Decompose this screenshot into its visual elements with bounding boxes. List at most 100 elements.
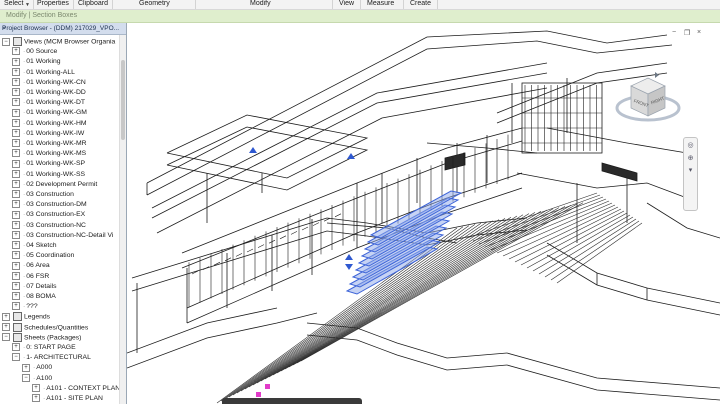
expand-icon[interactable]: + — [12, 231, 20, 239]
expand-icon[interactable]: + — [12, 220, 20, 229]
tree-item[interactable]: − ·A100 — [22, 373, 52, 384]
expand-icon[interactable]: + — [2, 312, 10, 321]
expand-icon[interactable]: + — [12, 159, 20, 168]
tree-item[interactable]: + ·03 Construction — [12, 190, 74, 200]
expand-icon[interactable]: + — [12, 57, 20, 66]
expand-icon[interactable]: + — [12, 108, 20, 117]
tree-connector: · — [23, 160, 26, 168]
tree-item[interactable]: + ·08 BOMA — [12, 292, 56, 302]
ribbon-panel-properties[interactable]: Properties — [37, 0, 69, 8]
expand-icon[interactable]: + — [32, 384, 40, 392]
tree-item[interactable]: + ·01 Working — [12, 57, 61, 67]
tree-item[interactable]: + ·A101 - CONTEXT PLAN — [32, 384, 120, 394]
expand-icon[interactable]: + — [12, 98, 20, 107]
dropdown-arrow-icon[interactable]: ▼ — [25, 2, 30, 8]
tree-item[interactable]: + ·06 Area — [12, 261, 50, 271]
tree-item[interactable]: + Schedules/Quantities — [2, 322, 88, 333]
collapse-icon[interactable]: − — [2, 37, 10, 46]
expand-icon[interactable]: + — [12, 129, 20, 137]
expand-icon[interactable]: + — [12, 292, 20, 301]
expand-icon[interactable]: + — [12, 271, 20, 280]
collapse-icon[interactable]: − — [12, 353, 20, 362]
tree-item[interactable]: + ·01 Working-WK-MS — [12, 149, 86, 159]
expand-icon[interactable]: + — [2, 323, 10, 332]
tree-item[interactable]: + ·03 Construction-EX — [12, 210, 85, 220]
tree-item[interactable]: + ·A101 - SITE PLAN — [32, 394, 103, 404]
expand-icon[interactable]: + — [22, 363, 30, 372]
expand-icon[interactable]: + — [12, 210, 20, 219]
viewcube[interactable]: FRONT RIGHT — [615, 68, 681, 134]
expand-icon[interactable]: + — [12, 251, 20, 260]
tree-item[interactable]: + ·01 Working-WK-HM — [12, 118, 87, 129]
tree-item[interactable]: + ·A000 — [22, 363, 52, 373]
zoom-icon[interactable]: ⊕ — [686, 154, 695, 163]
ribbon-panel-measure[interactable]: Measure — [367, 0, 394, 8]
project-browser-scrollbar[interactable] — [119, 35, 126, 404]
tree-item[interactable]: + ·??? — [12, 302, 38, 312]
view-control-bar[interactable] — [222, 398, 362, 404]
expand-icon[interactable]: + — [12, 200, 20, 209]
restore-icon[interactable]: ❐ — [684, 29, 690, 37]
scrollbar-thumb[interactable] — [121, 60, 125, 140]
tree-item[interactable]: + ·01 Working-WK-CN — [12, 78, 86, 88]
tree-item[interactable]: + ·03 Construction-NC-Detail Vi — [12, 231, 113, 241]
expand-icon[interactable]: + — [12, 67, 20, 76]
expand-icon[interactable]: + — [12, 261, 20, 270]
tree-connector: · — [23, 231, 26, 239]
ribbon-panel-clipboard[interactable]: Clipboard — [78, 0, 108, 8]
expand-icon[interactable]: + — [12, 47, 20, 56]
tree-item[interactable]: + ·01 Working-WK-IW — [12, 129, 84, 139]
expand-icon[interactable]: + — [12, 190, 20, 199]
tree-item[interactable]: + ·06 FSR — [12, 271, 49, 282]
tree-item-label: 03 Construction-NC-Detail Vi — [26, 231, 114, 239]
ribbon-panel-modify[interactable]: Modify — [250, 0, 271, 8]
tree-connector: · — [23, 58, 26, 66]
expand-icon[interactable]: + — [12, 169, 20, 178]
tree-item[interactable]: + ·07 Details — [12, 282, 57, 292]
tree-item[interactable]: − Views (MCM Browser Organia — [2, 37, 115, 47]
expand-icon[interactable]: + — [32, 394, 40, 403]
steering-wheel-icon[interactable]: ◎ — [686, 141, 695, 150]
tree-item[interactable]: + ·0: START PAGE — [12, 343, 76, 353]
tree-item[interactable]: + ·03 Construction-NC — [12, 220, 86, 231]
collapse-icon[interactable]: − — [22, 373, 30, 382]
tree-item[interactable]: + ·01 Working-WK-MR — [12, 139, 87, 149]
close-view-icon[interactable]: × — [697, 29, 701, 36]
expand-icon[interactable]: + — [12, 180, 20, 188]
ribbon-panel-geometry[interactable]: Geometry — [139, 0, 170, 8]
expand-icon[interactable]: + — [12, 139, 20, 148]
tree-item[interactable]: + ·01 Working-WK-DT — [12, 98, 85, 108]
tree-item[interactable]: + ·02 Development Permit — [12, 180, 97, 190]
ribbon-panel-select[interactable]: Select — [4, 0, 23, 8]
expand-icon[interactable]: + — [12, 78, 20, 86]
expand-icon[interactable]: + — [12, 88, 20, 97]
minimize-icon[interactable]: − — [672, 29, 676, 36]
tree-item[interactable]: + ·00 Source — [12, 47, 57, 57]
expand-icon[interactable]: + — [12, 302, 20, 311]
expand-icon[interactable]: + — [12, 343, 20, 352]
tree-item[interactable]: − ·1- ARCHITECTURAL — [12, 353, 91, 363]
tree-item[interactable]: + ·01 Working-WK-DD — [12, 88, 86, 98]
expand-icon[interactable]: + — [12, 282, 20, 290]
tree-item[interactable]: − Sheets (Packages) — [2, 332, 81, 343]
zoom-dropdown-icon[interactable]: ▾ — [686, 166, 695, 175]
collapse-icon[interactable]: − — [2, 333, 10, 342]
tree-item[interactable]: + ·01 Working-ALL — [12, 67, 75, 78]
tree-item[interactable]: + ·01 Working-WK-GM — [12, 108, 87, 118]
expand-icon[interactable]: + — [12, 149, 20, 158]
tree-item[interactable]: + ·01 Working-WK-SP — [12, 159, 85, 169]
tree-item[interactable]: + ·03 Construction-DM — [12, 200, 87, 210]
tree-item[interactable]: + ·05 Coordination — [12, 251, 74, 261]
ribbon-panel-create[interactable]: Create — [410, 0, 431, 8]
tree-item-label: A000 — [36, 364, 53, 372]
close-icon[interactable]: × — [2, 24, 123, 33]
3d-viewport[interactable]: FRONT RIGHT − ❐ × — [127, 23, 720, 404]
tree-item[interactable]: + Legends — [2, 312, 50, 322]
expand-icon[interactable]: + — [12, 118, 20, 127]
slab-edge-line — [426, 142, 538, 154]
expand-icon[interactable]: + — [12, 241, 20, 250]
ribbon-panel-view[interactable]: View — [339, 0, 354, 8]
tree-item-label: Legends — [24, 313, 51, 321]
tree-item[interactable]: + ·01 Working-WK-SS — [12, 169, 85, 180]
tree-item[interactable]: + ·04 Sketch — [12, 241, 57, 251]
